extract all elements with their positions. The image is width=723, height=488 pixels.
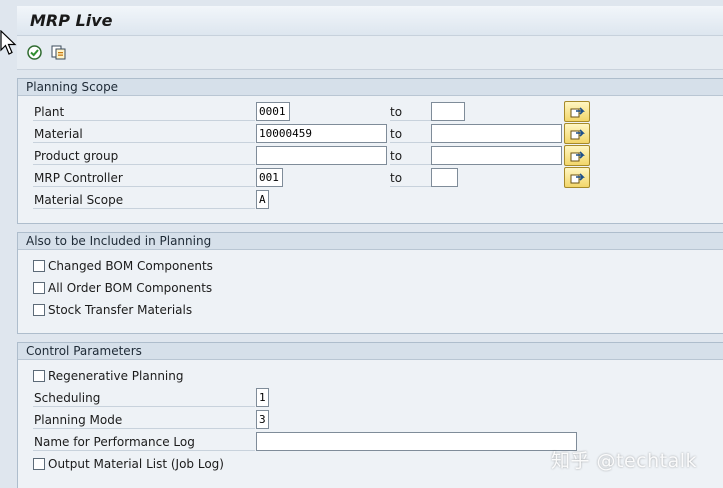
scheduling-label: Scheduling: [33, 390, 255, 407]
material-to-input[interactable]: [431, 124, 562, 143]
scheduling-input[interactable]: 1: [256, 388, 269, 407]
group-header: Planning Scope: [18, 79, 723, 96]
checkbox[interactable]: [33, 282, 45, 294]
performance-log-input[interactable]: [256, 432, 577, 451]
material-scope-label: Material Scope: [33, 192, 255, 209]
stock-transfer-materials-option[interactable]: Stock Transfer Materials: [33, 302, 192, 320]
multiple-selection-icon: [570, 129, 585, 140]
checkbox[interactable]: [33, 458, 45, 470]
to-label: to: [390, 126, 432, 143]
also-included-group: Also to be Included in Planning Changed …: [17, 232, 723, 334]
application-toolbar: [17, 36, 723, 70]
material-multiple-selection-button[interactable]: [564, 123, 590, 144]
plant-multiple-selection-button[interactable]: [564, 101, 590, 122]
planning-mode-label: Planning Mode: [33, 412, 255, 429]
to-label: to: [390, 148, 432, 165]
checkbox[interactable]: [33, 304, 45, 316]
to-label: to: [390, 104, 432, 121]
plant-to-input[interactable]: [431, 102, 465, 121]
planning-mode-input[interactable]: 3: [256, 410, 269, 429]
material-from-input[interactable]: 10000459: [256, 124, 387, 143]
output-material-list-option[interactable]: Output Material List (Job Log): [33, 456, 224, 474]
changed-bom-components-option[interactable]: Changed BOM Components: [33, 258, 213, 276]
execute-icon[interactable]: [26, 44, 43, 61]
mrp-controller-multiple-selection-button[interactable]: [564, 167, 590, 188]
mrp-controller-from-input[interactable]: 001: [256, 168, 283, 187]
left-margin: [0, 0, 17, 488]
group-header: Also to be Included in Planning: [18, 233, 723, 250]
multiple-selection-icon: [570, 151, 585, 162]
regenerative-planning-option[interactable]: Regenerative Planning: [33, 368, 184, 386]
checkbox-label: Output Material List (Job Log): [48, 457, 224, 471]
material-label: Material: [33, 126, 255, 143]
checkbox-label: All Order BOM Components: [48, 281, 213, 295]
product-group-from-input[interactable]: [256, 146, 387, 165]
mouse-pointer-icon: [0, 29, 18, 59]
checkbox[interactable]: [33, 370, 45, 382]
checkbox-label: Changed BOM Components: [48, 259, 213, 273]
to-label: to: [390, 170, 432, 187]
multiple-selection-icon: [570, 173, 585, 184]
multiple-selection-icon: [570, 107, 585, 118]
all-order-bom-components-option[interactable]: All Order BOM Components: [33, 280, 212, 298]
checkbox-label: Stock Transfer Materials: [48, 303, 193, 317]
title-bar: MRP Live: [17, 6, 723, 36]
product-group-multiple-selection-button[interactable]: [564, 145, 590, 166]
page-title: MRP Live: [30, 11, 113, 30]
mrp-controller-label: MRP Controller: [33, 170, 255, 187]
get-variant-icon[interactable]: [50, 44, 67, 61]
planning-scope-group: Planning Scope Plant 0001 to Material 10…: [17, 78, 723, 224]
performance-log-label: Name for Performance Log: [33, 434, 255, 451]
material-scope-input[interactable]: A: [256, 190, 269, 209]
mrp-controller-to-input[interactable]: [431, 168, 458, 187]
watermark: 知乎 @techtalk: [551, 450, 698, 472]
plant-label: Plant: [33, 104, 255, 121]
product-group-label: Product group: [33, 148, 255, 165]
plant-from-input[interactable]: 0001: [256, 102, 290, 121]
product-group-to-input[interactable]: [431, 146, 562, 165]
group-header: Control Parameters: [18, 343, 723, 360]
checkbox-label: Regenerative Planning: [48, 369, 184, 383]
checkbox[interactable]: [33, 260, 45, 272]
